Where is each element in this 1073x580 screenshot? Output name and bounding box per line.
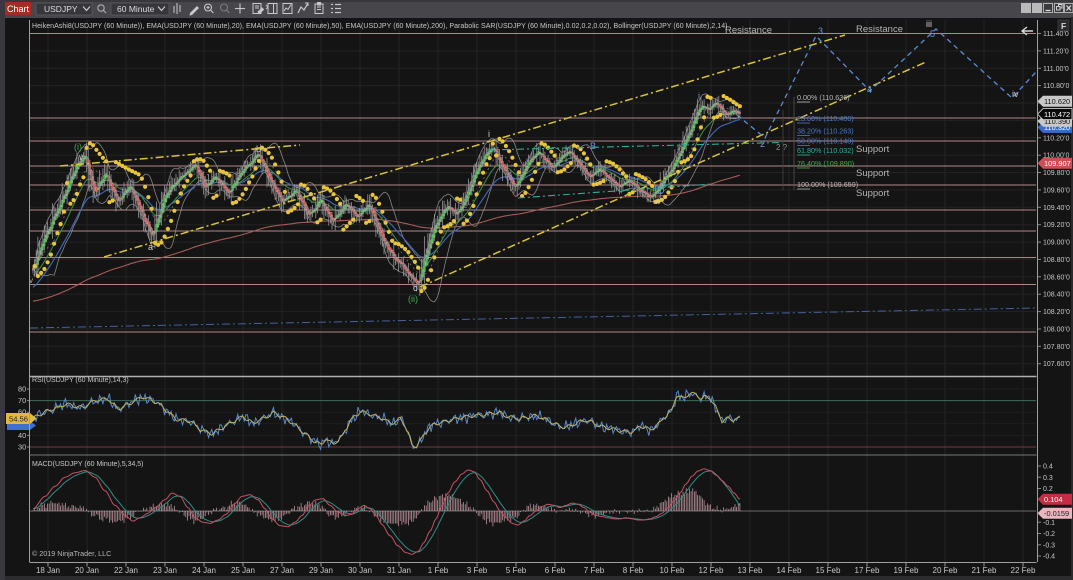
svg-text:Resistance: Resistance xyxy=(725,25,772,36)
svg-text:c: c xyxy=(413,283,418,293)
svg-text:0.4: 0.4 xyxy=(1043,464,1053,471)
svg-text:110.80’0: 110.80’0 xyxy=(1043,83,1069,90)
svg-text:8 Feb: 8 Feb xyxy=(623,566,644,575)
svg-text:i: i xyxy=(698,91,700,101)
svg-text:B: B xyxy=(590,141,596,151)
svg-text:18 Jan: 18 Jan xyxy=(36,566,60,575)
svg-text:19 Feb: 19 Feb xyxy=(894,566,919,575)
svg-text:109.40’0: 109.40’0 xyxy=(1043,205,1070,212)
svg-text:Support: Support xyxy=(856,188,890,199)
svg-text:14 Feb: 14 Feb xyxy=(777,566,802,575)
svg-text:b: b xyxy=(256,144,261,154)
svg-text:7 Feb: 7 Feb xyxy=(584,566,605,575)
svg-text:C: C xyxy=(657,186,664,196)
svg-text:13 Feb: 13 Feb xyxy=(738,566,763,575)
svg-text:Chart: Chart xyxy=(7,4,30,14)
svg-text:Support: Support xyxy=(856,144,890,155)
svg-text:61.80% (110.032): 61.80% (110.032) xyxy=(797,146,854,155)
svg-text:108.60’0: 108.60’0 xyxy=(1043,274,1070,281)
svg-text:iii: iii xyxy=(926,19,932,29)
svg-text:17 Feb: 17 Feb xyxy=(855,566,880,575)
svg-text:25 Jan: 25 Jan xyxy=(231,566,255,575)
svg-text:107.60’0: 107.60’0 xyxy=(1043,361,1070,368)
svg-text:20 Jan: 20 Jan xyxy=(75,566,99,575)
svg-text:Support: Support xyxy=(856,168,890,179)
svg-text:0.3: 0.3 xyxy=(1043,475,1053,482)
svg-text:a: a xyxy=(148,242,153,252)
svg-text:-0.2: -0.2 xyxy=(1043,531,1055,538)
svg-text:110.620: 110.620 xyxy=(1044,97,1070,106)
svg-text:(i): (i) xyxy=(74,142,82,152)
svg-text:23.60% (110.406): 23.60% (110.406) xyxy=(797,114,854,123)
svg-text:108.00’0: 108.00’0 xyxy=(1043,326,1070,333)
svg-text:v: v xyxy=(79,152,84,162)
svg-text:10 Feb: 10 Feb xyxy=(660,566,685,575)
svg-text:20 Feb: 20 Feb xyxy=(933,566,958,575)
svg-text:i: i xyxy=(488,129,490,139)
svg-text:60 Minute: 60 Minute xyxy=(117,4,155,14)
svg-text:50.00% (110.148): 50.00% (110.148) xyxy=(797,137,854,146)
svg-text:21 Feb: 21 Feb xyxy=(972,566,997,575)
svg-text:70: 70 xyxy=(18,396,26,405)
svg-text:110.472: 110.472 xyxy=(1044,110,1070,119)
svg-text:108.80’0: 108.80’0 xyxy=(1043,257,1070,264)
svg-text:54.56: 54.56 xyxy=(9,414,28,423)
svg-text:1 Feb: 1 Feb xyxy=(428,566,449,575)
svg-text:109.907: 109.907 xyxy=(1044,159,1071,168)
svg-text:© 2019 NinjaTrader, LLC: © 2019 NinjaTrader, LLC xyxy=(32,549,111,558)
svg-text:24 Jan: 24 Jan xyxy=(192,566,216,575)
svg-text:30: 30 xyxy=(18,443,26,452)
svg-text:0.00% (110.636): 0.00% (110.636) xyxy=(797,93,850,102)
svg-text:110.20’0: 110.20’0 xyxy=(1043,135,1069,142)
svg-text:109.00’0: 109.00’0 xyxy=(1043,240,1070,247)
svg-text:MACD(USDJPY (60 Minute),5,34,5: MACD(USDJPY (60 Minute),5,34,5) xyxy=(32,461,144,468)
svg-text:109.20’0: 109.20’0 xyxy=(1043,222,1070,229)
svg-text:(ii): (ii) xyxy=(408,294,418,304)
svg-text:22 Feb: 22 Feb xyxy=(1011,566,1036,575)
svg-text:-0.3: -0.3 xyxy=(1043,542,1055,549)
svg-text:-0.0159: -0.0159 xyxy=(1044,509,1069,518)
svg-text:38.20% (110.263): 38.20% (110.263) xyxy=(797,127,854,136)
svg-text:4: 4 xyxy=(867,85,872,95)
svg-text:0.2: 0.2 xyxy=(1043,486,1053,493)
svg-text:6 Feb: 6 Feb xyxy=(545,566,566,575)
svg-text:23 Jan: 23 Jan xyxy=(153,566,177,575)
svg-text:-0.1: -0.1 xyxy=(1043,520,1055,527)
svg-text:111.00’0: 111.00’0 xyxy=(1043,66,1069,73)
svg-text:RSI(USDJPY (60 Minute),14,3): RSI(USDJPY (60 Minute),14,3) xyxy=(32,377,129,384)
svg-text:iv: iv xyxy=(1012,89,1019,99)
svg-text:ii: ii xyxy=(656,196,660,206)
svg-text:Resistance: Resistance xyxy=(856,24,903,35)
svg-text:40: 40 xyxy=(18,431,26,440)
svg-text:2: 2 xyxy=(760,139,765,149)
svg-text:107.80’0: 107.80’0 xyxy=(1043,344,1070,351)
svg-text:30 Jan: 30 Jan xyxy=(348,566,372,575)
svg-text:-0.4: -0.4 xyxy=(1043,554,1055,561)
svg-text:12 Feb: 12 Feb xyxy=(699,566,724,575)
svg-text:31 Jan: 31 Jan xyxy=(387,566,411,575)
svg-text:A: A xyxy=(508,173,514,183)
svg-text:2 ?: 2 ? xyxy=(776,143,788,152)
svg-text:108.40’0: 108.40’0 xyxy=(1043,292,1070,299)
svg-text:3 Feb: 3 Feb xyxy=(467,566,488,575)
svg-text:111.20’0: 111.20’0 xyxy=(1043,48,1069,55)
svg-text:80: 80 xyxy=(18,385,26,394)
svg-text:22 Jan: 22 Jan xyxy=(114,566,138,575)
svg-text:111.40’0: 111.40’0 xyxy=(1043,31,1069,38)
svg-text:5: 5 xyxy=(930,29,935,39)
svg-text:0.104: 0.104 xyxy=(1044,495,1063,504)
svg-text:3: 3 xyxy=(818,26,823,36)
svg-text:109.60’0: 109.60’0 xyxy=(1043,187,1070,194)
svg-text:15 Feb: 15 Feb xyxy=(816,566,841,575)
svg-text:USDJPY: USDJPY xyxy=(44,4,78,14)
svg-text:109.80’0: 109.80’0 xyxy=(1043,170,1070,177)
svg-text:29 Jan: 29 Jan xyxy=(309,566,333,575)
svg-text:HeikenAshi8(USDJPY (60 Minute): HeikenAshi8(USDJPY (60 Minute)), EMA(USD… xyxy=(32,23,728,30)
svg-text:76.40% (109.890): 76.40% (109.890) xyxy=(797,159,854,168)
svg-text:27 Jan: 27 Jan xyxy=(270,566,294,575)
svg-text:100.00% (109.659): 100.00% (109.659) xyxy=(797,180,858,189)
svg-text:F: F xyxy=(1061,21,1066,31)
svg-text:108.20’0: 108.20’0 xyxy=(1043,309,1070,316)
svg-text:5 Feb: 5 Feb xyxy=(506,566,527,575)
